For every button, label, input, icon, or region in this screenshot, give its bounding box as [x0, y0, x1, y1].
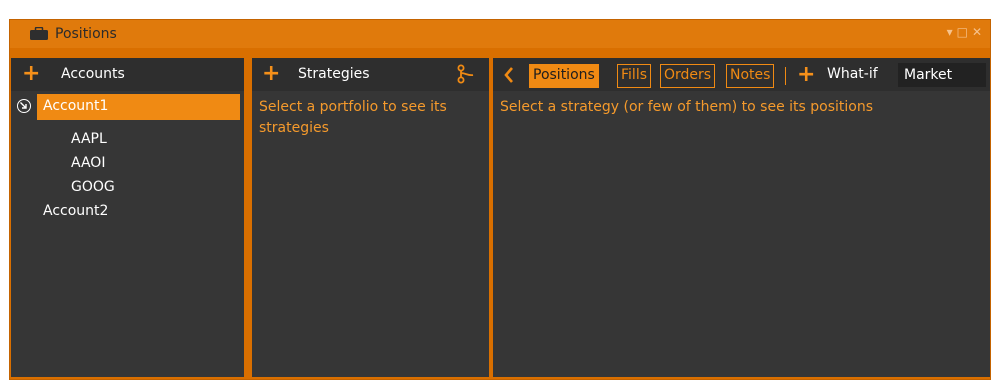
tab-divider	[785, 67, 786, 85]
accounts-title: Accounts	[61, 66, 125, 82]
whatif-label: What-if	[827, 66, 878, 82]
tab-orders[interactable]: Orders	[660, 64, 716, 88]
tree-item-label: Account1	[43, 98, 109, 114]
collapse-icon[interactable]	[17, 99, 31, 113]
tree-item-account2[interactable]: Account2	[11, 199, 244, 225]
tab-fills[interactable]: Fills	[617, 64, 651, 88]
title-bar[interactable]: Positions ▾ □ ✕	[10, 20, 990, 48]
tree-item-label: Account2	[43, 203, 109, 219]
briefcase-icon	[30, 26, 48, 44]
tree-item-goog[interactable]: GOOG	[11, 175, 244, 201]
maximize-icon[interactable]: □	[957, 25, 968, 39]
tree-item-account1[interactable]: Account1	[11, 94, 244, 120]
tree-item-label: GOOG	[71, 179, 115, 195]
dropdown-icon[interactable]: ▾	[947, 25, 953, 39]
chevron-left-icon[interactable]	[503, 66, 515, 88]
strategies-pane: + Strategies Select a portfolio to see i…	[252, 58, 489, 377]
accounts-header: + Accounts	[11, 58, 244, 91]
positions-content: Select a strategy (or few of them) to se…	[493, 91, 990, 377]
strategies-list: Select a portfolio to see its strategies	[252, 91, 489, 377]
positions-toolbar: Positions Fills Orders Notes + What-if	[493, 58, 990, 91]
tab-positions[interactable]: Positions	[529, 64, 599, 88]
positions-window: Positions ▾ □ ✕ + Accounts Account1 AAPL…	[9, 19, 991, 380]
strategies-title: Strategies	[298, 66, 370, 82]
positions-pane: Positions Fills Orders Notes + What-if S…	[493, 58, 990, 377]
tree-item-aapl[interactable]: AAPL	[11, 127, 244, 153]
window-title: Positions	[55, 26, 117, 42]
tree-item-label: AAPL	[71, 131, 107, 147]
plus-icon[interactable]: +	[262, 63, 280, 85]
plus-icon[interactable]: +	[22, 63, 40, 85]
whatif-input[interactable]	[898, 63, 986, 87]
tab-notes[interactable]: Notes	[726, 64, 775, 88]
close-icon[interactable]: ✕	[972, 25, 982, 39]
branch-icon[interactable]	[457, 64, 475, 88]
accounts-tree: Account1 AAPL AAOI GOOG Account2	[11, 91, 244, 377]
tree-item-aaoi[interactable]: AAOI	[11, 151, 244, 177]
positions-hint: Select a strategy (or few of them) to se…	[500, 99, 874, 115]
strategies-hint: Select a portfolio to see its strategies	[259, 99, 447, 136]
accounts-pane: + Accounts Account1 AAPL AAOI GOOG Accou…	[11, 58, 244, 377]
tree-item-label: AAOI	[71, 155, 106, 171]
plus-icon[interactable]: +	[797, 64, 815, 86]
strategies-header: + Strategies	[252, 58, 489, 91]
